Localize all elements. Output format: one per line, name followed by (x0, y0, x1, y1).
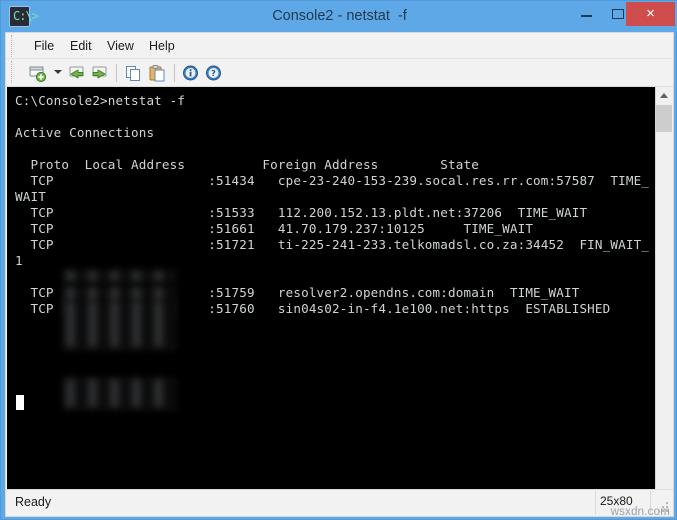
window-client-area: File Edit View Help ? C:\Console2>netsta… (5, 32, 674, 518)
svg-text:?: ? (211, 69, 216, 78)
console-row-line: TCP :51721 ti-225-241-233.telkomadsl.co.… (15, 237, 650, 252)
paste-icon[interactable] (147, 63, 168, 83)
console-prompt-line: C:\Console2>netstat -f (15, 93, 186, 108)
help-icon[interactable]: ? (203, 63, 224, 83)
menu-item-edit[interactable]: Edit (64, 37, 98, 55)
toolbar-separator (116, 64, 117, 82)
menu-bar: File Edit View Help (6, 33, 673, 59)
toolbar-grip[interactable] (11, 61, 12, 83)
scroll-up-arrow (660, 93, 668, 98)
menu-item-help[interactable]: Help (143, 37, 181, 55)
close-icon: × (646, 5, 655, 22)
console-column-header: Proto Local Address Foreign Address Stat… (15, 157, 479, 172)
info-icon[interactable] (180, 63, 201, 83)
menu-grip[interactable] (11, 35, 12, 57)
console-row-line: WAIT (15, 189, 46, 204)
console2-window: C:\> Console2 - netstat -f × File Edit V… (0, 0, 677, 520)
console-row-line: TCP :51661 41.70.179.237:10125 TIME_WAIT (15, 221, 534, 236)
block-cursor (16, 395, 24, 410)
toolbar-separator-2 (174, 64, 175, 82)
scroll-thumb[interactable] (656, 105, 672, 132)
close-button[interactable]: × (626, 2, 675, 26)
tool-bar: ? (6, 59, 673, 87)
new-tab-dropdown-caret[interactable] (54, 70, 62, 74)
console-row-line: TCP :51434 cpe-23-240-153-239.socal.res.… (15, 173, 650, 188)
vertical-scrollbar[interactable] (655, 87, 672, 516)
new-tab-icon[interactable] (28, 63, 49, 83)
console-row-line: TCP :51533 112.200.152.13.pldt.net:37206… (15, 205, 588, 220)
maximize-icon (612, 9, 624, 19)
console-row-line: 1 (15, 253, 23, 268)
local-address-redaction (62, 377, 177, 411)
title-bar: C:\> Console2 - netstat -f × (1, 1, 677, 32)
copy-icon[interactable] (123, 63, 144, 83)
menu-item-view[interactable]: View (101, 37, 140, 55)
console-heading: Active Connections (15, 125, 155, 140)
console-output-region: C:\Console2>netstat -f Active Connection… (7, 87, 672, 516)
minimize-button[interactable] (571, 2, 601, 26)
status-bar: Ready 25x80 wsxdn.com (6, 489, 673, 518)
scroll-up-button[interactable] (656, 87, 672, 104)
forward-arrow-icon[interactable] (89, 63, 110, 83)
resize-grip[interactable] (658, 502, 670, 514)
menu-item-file[interactable]: File (28, 37, 60, 55)
minimize-icon (581, 15, 592, 17)
local-address-redaction (62, 269, 177, 285)
local-address-redaction (62, 299, 177, 351)
console-screen[interactable]: C:\Console2>netstat -f Active Connection… (7, 87, 655, 516)
status-message: Ready (15, 495, 52, 509)
back-arrow-icon[interactable] (66, 63, 87, 83)
